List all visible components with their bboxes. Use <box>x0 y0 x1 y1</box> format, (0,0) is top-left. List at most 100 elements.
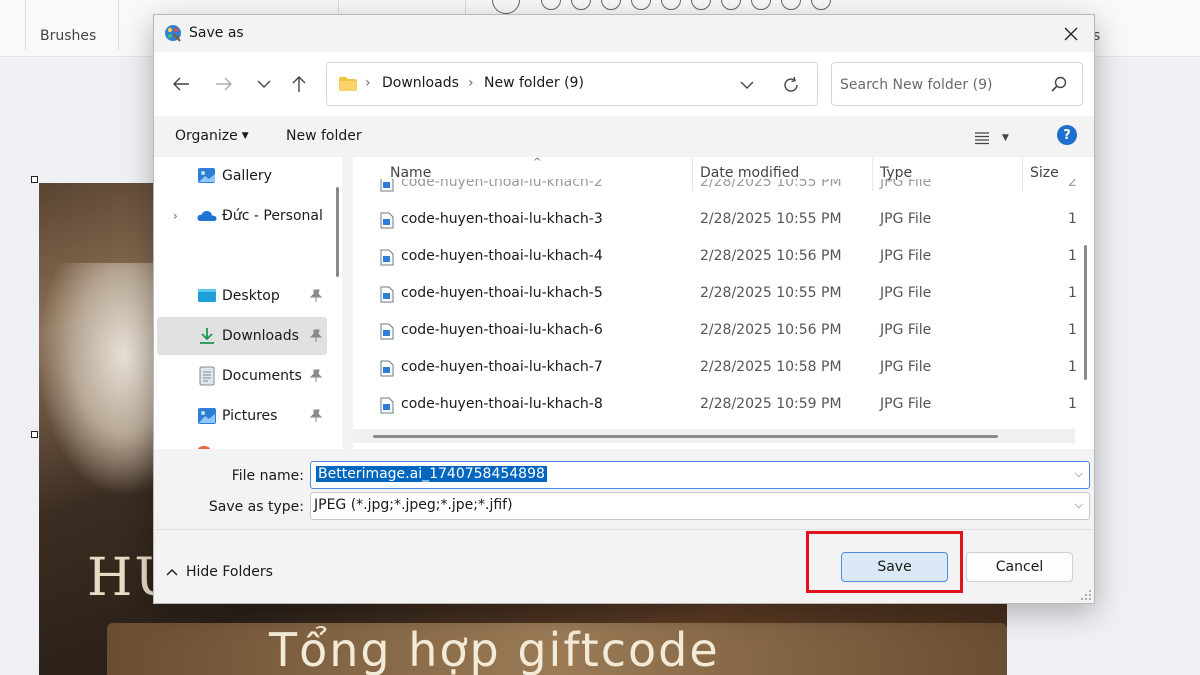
onedrive-icon <box>197 210 217 221</box>
dialog-titlebar[interactable]: Save as <box>154 15 1094 52</box>
file-size: 1 <box>1068 248 1077 264</box>
file-date: 2/28/2025 10:59 PM <box>700 396 842 412</box>
file-size: 2 <box>1068 179 1077 190</box>
file-list: ^ Name Date modified Type Size code-huye… <box>353 157 1094 449</box>
color-swatch[interactable] <box>541 0 561 10</box>
navigation-pane: Gallery › Đức - Personal Desktop Downloa… <box>154 157 342 449</box>
file-size: 1 <box>1068 285 1077 301</box>
forward-button[interactable] <box>210 70 238 98</box>
nav-item-pictures[interactable]: Pictures <box>157 397 327 435</box>
jpg-file-icon <box>380 249 394 266</box>
cancel-button[interactable]: Cancel <box>966 552 1073 582</box>
address-dropdown-button[interactable] <box>735 73 759 97</box>
color-swatch[interactable] <box>691 0 711 10</box>
jpg-file-icon <box>380 286 394 303</box>
color-swatch[interactable] <box>661 0 681 10</box>
resize-grip-icon[interactable] <box>1080 589 1092 601</box>
pin-icon <box>309 329 323 342</box>
save-type-select[interactable]: JPEG (*.jpg;*.jpeg;*.jpe;*.jfif) ⌵ <box>310 492 1090 520</box>
nav-item-desktop[interactable]: Desktop <box>157 277 327 315</box>
scrollbar-thumb[interactable] <box>373 435 998 438</box>
breadcrumb-downloads[interactable]: Downloads <box>382 75 459 91</box>
color-swatch[interactable] <box>751 0 771 10</box>
table-row[interactable]: code-huyen-thoai-lu-khach-2 2/28/2025 10… <box>353 179 1078 199</box>
file-size: 1 <box>1068 396 1077 412</box>
ribbon-separator <box>25 0 26 50</box>
search-input[interactable] <box>840 75 1040 95</box>
up-button[interactable] <box>285 70 313 98</box>
file-name-input[interactable]: Betterimage.ai_1740758454898 ⌵ <box>310 461 1090 489</box>
color-swatch[interactable] <box>631 0 651 10</box>
nav-item-label: Desktop <box>222 288 280 304</box>
selection-handle[interactable] <box>31 176 38 183</box>
save-as-dialog: Save as › Downloads › New folder (9) Sea… <box>153 14 1095 604</box>
refresh-icon <box>784 76 798 92</box>
documents-icon <box>199 366 215 386</box>
save-form: File name: Betterimage.ai_1740758454898 … <box>154 449 1094 529</box>
file-name-value[interactable]: Betterimage.ai_1740758454898 <box>316 466 547 482</box>
gallery-icon <box>198 168 215 183</box>
table-row[interactable]: code-huyen-thoai-lu-khach-7 2/28/2025 10… <box>353 350 1078 387</box>
jpg-file-icon <box>380 397 394 414</box>
color-swatch[interactable] <box>721 0 741 10</box>
search-icon <box>1051 76 1067 92</box>
breadcrumb-separator: › <box>365 75 371 91</box>
file-date: 2/28/2025 10:56 PM <box>700 322 842 338</box>
view-options-button[interactable]: ▼ <box>974 126 1024 150</box>
organize-button[interactable]: Organize ▼ <box>175 128 249 144</box>
breadcrumb-separator: › <box>468 75 474 91</box>
color-swatch[interactable] <box>571 0 591 10</box>
nav-pane-scrollbar[interactable] <box>336 187 339 277</box>
file-list-horizontal-scrollbar[interactable] <box>353 429 1075 443</box>
table-row[interactable]: code-huyen-thoai-lu-khach-4 2/28/2025 10… <box>353 239 1078 276</box>
hide-folders-label: Hide Folders <box>186 564 273 580</box>
hide-folders-button[interactable]: Hide Folders <box>166 564 273 580</box>
brushes-label[interactable]: Brushes <box>40 28 96 44</box>
new-folder-button[interactable]: New folder <box>286 128 362 144</box>
file-name: code-huyen-thoai-lu-khach-3 <box>401 211 603 227</box>
arrow-right-icon <box>216 77 232 91</box>
dialog-title: Save as <box>189 25 244 41</box>
chevron-down-icon[interactable]: ⌵ <box>1075 498 1083 512</box>
color-swatch[interactable] <box>601 0 621 10</box>
table-row[interactable]: code-huyen-thoai-lu-khach-8 2/28/2025 10… <box>353 387 1078 424</box>
table-row[interactable]: code-huyen-thoai-lu-khach-3 2/28/2025 10… <box>353 202 1078 239</box>
pin-icon <box>309 289 323 302</box>
pin-icon <box>309 409 323 422</box>
caret-down-icon: ▼ <box>1002 133 1009 143</box>
nav-item-documents[interactable]: Documents <box>157 357 327 395</box>
back-button[interactable] <box>167 70 195 98</box>
chevron-right-icon: › <box>173 209 178 223</box>
save-type-value: JPEG (*.jpg;*.jpeg;*.jpe;*.jfif) <box>314 497 513 513</box>
nav-item-onedrive[interactable]: › Đức - Personal <box>157 197 327 235</box>
close-button[interactable] <box>1048 15 1094 52</box>
recent-locations-button[interactable] <box>250 70 278 98</box>
breadcrumb-new-folder[interactable]: New folder (9) <box>484 75 584 91</box>
chevron-down-icon <box>257 80 271 88</box>
file-size: 1 <box>1068 211 1077 227</box>
pictures-icon <box>198 408 216 424</box>
brush-size-circle[interactable] <box>492 0 520 14</box>
table-row[interactable]: code-huyen-thoai-lu-khach-6 2/28/2025 10… <box>353 313 1078 350</box>
table-row[interactable]: code-huyen-thoai-lu-khach-5 2/28/2025 10… <box>353 276 1078 313</box>
jpg-file-icon <box>380 212 394 229</box>
canvas-banner-text: Tổng hợp giftcode <box>269 623 720 675</box>
file-type: JPG File <box>880 248 932 264</box>
color-swatch[interactable] <box>811 0 831 10</box>
selection-handle[interactable] <box>31 431 38 438</box>
nav-item-gallery[interactable]: Gallery <box>157 157 327 195</box>
jpg-file-icon <box>380 323 394 340</box>
file-name: code-huyen-thoai-lu-khach-4 <box>401 248 603 264</box>
address-bar[interactable]: › Downloads › New folder (9) <box>326 62 818 106</box>
color-swatch[interactable] <box>781 0 801 10</box>
paint-app-icon <box>165 25 181 42</box>
chevron-up-icon <box>166 568 178 576</box>
chevron-down-icon[interactable]: ⌵ <box>1075 467 1083 481</box>
search-box[interactable] <box>831 62 1083 106</box>
file-date: 2/28/2025 10:58 PM <box>700 359 842 375</box>
nav-item-downloads[interactable]: Downloads <box>157 317 327 355</box>
refresh-button[interactable] <box>779 73 803 97</box>
caret-down-icon: ▼ <box>241 131 249 141</box>
help-button[interactable]: ? <box>1057 125 1077 145</box>
file-list-vertical-scrollbar[interactable] <box>1084 245 1087 380</box>
